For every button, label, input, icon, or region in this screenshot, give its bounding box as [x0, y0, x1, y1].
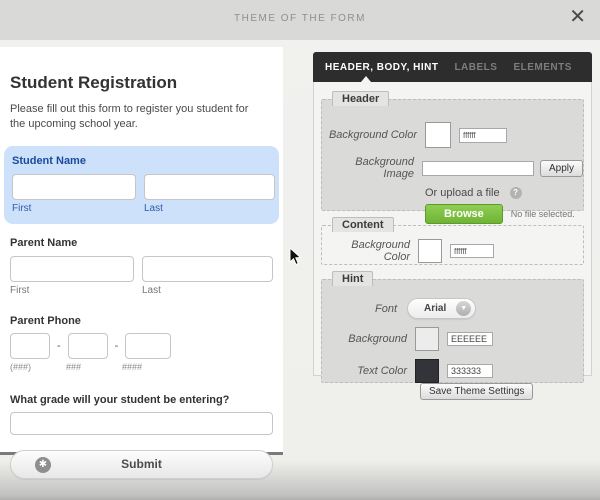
phone-area-hint: (###)	[10, 362, 66, 372]
student-last-name-input[interactable]	[144, 174, 275, 200]
header-section: Header Background Color Background Image…	[321, 99, 584, 211]
hint-background-label: Background	[322, 333, 407, 345]
save-theme-settings-button[interactable]: Save Theme Settings	[420, 383, 533, 400]
content-bg-color-label: Background Color	[322, 239, 410, 263]
tab-labels[interactable]: LABELS	[454, 62, 497, 73]
font-dropdown[interactable]: Arial ▼	[407, 298, 476, 319]
hint-section-title: Hint	[332, 271, 373, 286]
chevron-down-icon: ▼	[456, 301, 471, 316]
hint-text-color-input[interactable]	[447, 364, 493, 378]
info-icon[interactable]: ?	[510, 187, 522, 199]
theme-editor-panel: Header Background Color Background Image…	[313, 82, 592, 376]
hint-text-color-swatch[interactable]	[415, 359, 439, 383]
parent-last-name-input[interactable]	[142, 256, 273, 282]
phone-prefix-hint: ###	[66, 362, 122, 372]
content-bg-color-input[interactable]	[450, 244, 494, 258]
content-section-title: Content	[332, 217, 394, 232]
header-bg-color-swatch[interactable]	[425, 122, 451, 148]
form-description: Please fill out this form to register yo…	[10, 102, 262, 132]
form-title: Student Registration	[10, 73, 273, 93]
phone-line-input[interactable]	[125, 333, 171, 359]
submit-button-label: Submit	[121, 457, 162, 471]
parent-first-name-input[interactable]	[10, 256, 134, 282]
header-bg-color-label: Background Color	[322, 129, 417, 141]
apply-button[interactable]: Apply	[540, 160, 583, 177]
hint-font-label: Font	[322, 303, 397, 315]
grade-input[interactable]	[10, 412, 273, 435]
student-last-sublabel: Last	[144, 203, 163, 214]
hint-text-color-label: Text Color	[322, 365, 407, 377]
parent-phone-label: Parent Phone	[10, 315, 273, 327]
parent-first-sublabel: First	[10, 285, 142, 296]
header-bg-color-input[interactable]	[459, 128, 507, 143]
header-bg-image-label: Background Image	[322, 156, 414, 180]
tab-header-body-hint[interactable]: HEADER, BODY, HINT	[325, 62, 438, 73]
phone-dash: -	[115, 340, 119, 352]
hint-section: Hint Font Arial ▼ Background Text Color	[321, 279, 584, 383]
submit-button[interactable]: ✱ Submit	[10, 450, 273, 479]
grade-field-group[interactable]: What grade will your student be entering…	[10, 394, 273, 435]
student-name-label: Student Name	[12, 155, 271, 167]
parent-last-sublabel: Last	[142, 285, 161, 296]
tab-elements[interactable]: ELEMENTS	[513, 62, 571, 73]
hint-background-input[interactable]	[447, 332, 493, 346]
parent-phone-field-group[interactable]: Parent Phone - - (###) ### ####	[10, 315, 273, 372]
modal-title: THEME OF THE FORM	[0, 13, 600, 24]
phone-dash: -	[57, 340, 61, 352]
parent-name-field-group[interactable]: Parent Name First Last	[10, 237, 273, 296]
hint-background-swatch[interactable]	[415, 327, 439, 351]
header-bg-image-input[interactable]	[422, 161, 534, 176]
parent-name-label: Parent Name	[10, 237, 273, 249]
theme-tabbar: HEADER, BODY, HINT LABELS ELEMENTS	[313, 52, 592, 82]
gear-icon[interactable]: ✱	[35, 457, 51, 473]
no-file-text: No file selected.	[511, 209, 575, 219]
mouse-cursor-icon	[289, 247, 303, 267]
phone-line-hint: ####	[122, 362, 142, 372]
student-first-name-input[interactable]	[12, 174, 136, 200]
phone-area-input[interactable]	[10, 333, 50, 359]
close-icon[interactable]: ✕	[569, 7, 586, 27]
form-preview-panel: Student Registration Please fill out thi…	[0, 47, 283, 455]
phone-prefix-input[interactable]	[68, 333, 108, 359]
modal-titlebar: THEME OF THE FORM ✕	[0, 0, 600, 40]
browse-button[interactable]: Browse	[425, 204, 503, 224]
grade-question-label: What grade will your student be entering…	[10, 394, 273, 406]
student-first-sublabel: First	[12, 203, 144, 214]
font-dropdown-value: Arial	[424, 303, 446, 314]
content-bg-color-swatch[interactable]	[418, 239, 442, 263]
student-name-field-group[interactable]: Student Name First Last	[4, 146, 279, 224]
header-section-title: Header	[332, 91, 389, 106]
or-upload-label: Or upload a file	[425, 187, 500, 199]
content-section: Content Background Color	[321, 225, 584, 265]
